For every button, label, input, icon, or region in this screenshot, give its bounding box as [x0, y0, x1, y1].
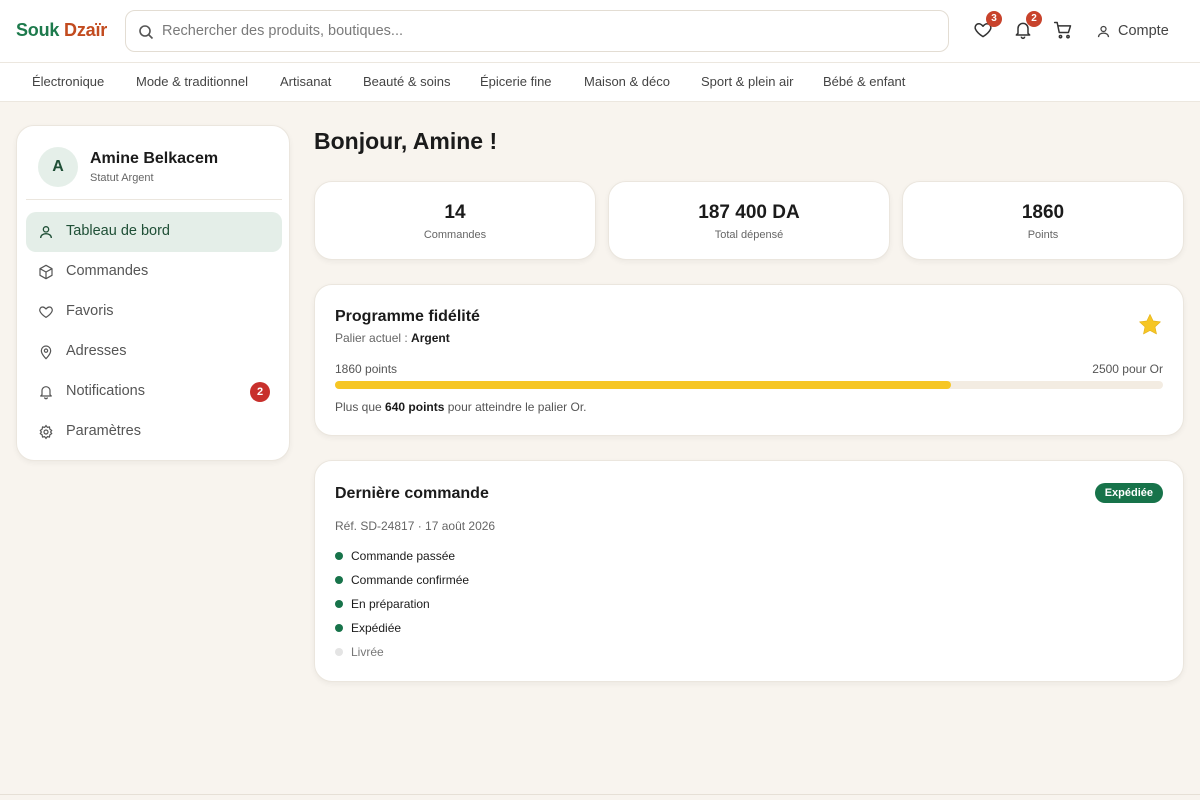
- stat-label: Commandes: [423, 229, 487, 241]
- step-dot: [335, 576, 343, 584]
- category-link[interactable]: Sport & plein air: [701, 74, 794, 89]
- notifications-button[interactable]: 2: [1013, 11, 1042, 42]
- note-points: 640 points: [385, 400, 445, 414]
- last-order-title: Dernière commande: [335, 485, 489, 502]
- step-dot: [335, 624, 343, 632]
- order-step: Commande confirmée: [335, 572, 469, 588]
- loyalty-progress-fill: [335, 381, 952, 389]
- order-step: Livrée: [335, 644, 384, 660]
- sidebar-item-orders[interactable]: Commandes: [26, 252, 282, 292]
- sidebar-item-label: Adresses: [66, 343, 127, 359]
- note-suffix: pour atteindre le palier Or.: [447, 400, 587, 414]
- category-link[interactable]: Électronique: [32, 74, 104, 89]
- tier-prefix: Palier actuel :: [335, 331, 408, 345]
- step-dot: [335, 648, 343, 656]
- category-link[interactable]: Épicerie fine: [480, 74, 552, 89]
- step-label: En préparation: [351, 597, 430, 611]
- user-status: Statut Argent: [90, 172, 154, 184]
- loyalty-note: Plus que 640 points pour atteindre le pa…: [335, 400, 587, 414]
- account-sidebar: A Amine Belkacem Statut Argent Tableau d…: [16, 125, 290, 461]
- loyalty-progress-bar: [335, 381, 1163, 389]
- logo-part-souk: Souk: [16, 20, 60, 40]
- favorites-button[interactable]: 3: [973, 11, 1002, 42]
- sidebar-item-favorites[interactable]: Favoris: [26, 292, 282, 332]
- order-reference: Réf. SD-24817 · 17 août 2026: [335, 519, 496, 533]
- order-step: En préparation: [335, 596, 430, 612]
- sidebar-item-label: Tableau de bord: [66, 223, 170, 239]
- category-link[interactable]: Maison & déco: [584, 74, 670, 89]
- stat-value: 1860: [1021, 202, 1065, 223]
- last-order-card: Dernière commande Expédiée Réf. SD-24817…: [314, 460, 1184, 682]
- step-dot: [335, 552, 343, 560]
- logo-part-dzair: Dzaïr: [64, 20, 108, 40]
- loyalty-title: Programme fidélité: [335, 308, 480, 325]
- loyalty-tier: Palier actuel : Argent: [335, 331, 450, 345]
- step-dot: [335, 600, 343, 608]
- stat-card-points: 1860 Points: [902, 181, 1184, 260]
- category-link[interactable]: Artisanat: [280, 74, 331, 89]
- stat-card-orders: 14 Commandes: [314, 181, 596, 260]
- target-points: 2500 pour Or: [1092, 362, 1163, 376]
- sidebar-item-label: Commandes: [66, 263, 149, 279]
- category-link[interactable]: Mode & traditionnel: [136, 74, 248, 89]
- cart-icon: [1053, 21, 1072, 39]
- note-prefix: Plus que: [335, 400, 382, 414]
- notifications-count-badge: 2: [250, 382, 270, 402]
- notifications-count-badge: 2: [1026, 11, 1042, 27]
- sidebar-item-settings[interactable]: Paramètres: [26, 412, 282, 452]
- category-link[interactable]: Beauté & soins: [363, 74, 450, 89]
- step-label: Expédiée: [351, 621, 402, 635]
- user-name: Amine Belkacem: [90, 150, 219, 167]
- step-label: Livrée: [351, 645, 384, 659]
- box-icon: [39, 264, 53, 280]
- sidebar-item-notifications[interactable]: Notifications 2: [26, 372, 282, 412]
- status-badge: Expédiée: [1094, 483, 1163, 503]
- loyalty-card: Programme fidélité Palier actuel : Argen…: [314, 284, 1184, 436]
- stat-card-total-spent: 187 400 DA Total dépensé: [608, 181, 890, 260]
- account-button[interactable]: Compte: [1096, 20, 1169, 42]
- sidebar-item-label: Notifications: [66, 383, 145, 399]
- stat-value: 187 400 DA: [698, 202, 800, 223]
- gear-icon: [39, 424, 53, 440]
- stat-label: Total dépensé: [714, 229, 784, 241]
- tier-name: Argent: [411, 331, 450, 345]
- user-icon: [40, 226, 52, 239]
- search-icon: [139, 25, 154, 40]
- avatar: A: [38, 147, 78, 187]
- heart-icon: [39, 306, 53, 318]
- stat-label: Points: [1027, 229, 1059, 241]
- category-link[interactable]: Bébé & enfant: [823, 74, 905, 89]
- bell-icon: [40, 386, 52, 400]
- step-label: Commande passée: [351, 549, 456, 563]
- sidebar-item-addresses[interactable]: Adresses: [26, 332, 282, 372]
- current-points: 1860 points: [335, 362, 398, 376]
- search-input[interactable]: [162, 11, 932, 51]
- search-bar[interactable]: [125, 10, 949, 52]
- account-label: Compte: [1118, 23, 1169, 39]
- category-nav: Électronique Mode & traditionnel Artisan…: [0, 63, 1200, 102]
- cart-button[interactable]: [1053, 20, 1075, 42]
- page-title: Bonjour, Amine !: [314, 128, 498, 154]
- location-pin-icon: [40, 345, 52, 360]
- step-label: Commande confirmée: [351, 573, 470, 587]
- logo[interactable]: Souk Dzaïr: [16, 20, 107, 41]
- user-icon: [1097, 25, 1110, 37]
- order-step: Commande passée: [335, 548, 455, 564]
- sidebar-item-label: Favoris: [66, 303, 114, 319]
- order-step: Expédiée: [335, 620, 401, 636]
- footer-divider: [0, 794, 1200, 795]
- sidebar-item-dashboard[interactable]: Tableau de bord: [26, 212, 282, 252]
- star-icon: [1139, 314, 1161, 335]
- stat-value: 14: [444, 202, 466, 223]
- sidebar-item-label: Paramètres: [66, 423, 141, 439]
- favorites-count-badge: 3: [986, 11, 1002, 27]
- top-header: Souk Dzaïr 3 2 Compte: [0, 0, 1200, 63]
- divider: [26, 199, 282, 200]
